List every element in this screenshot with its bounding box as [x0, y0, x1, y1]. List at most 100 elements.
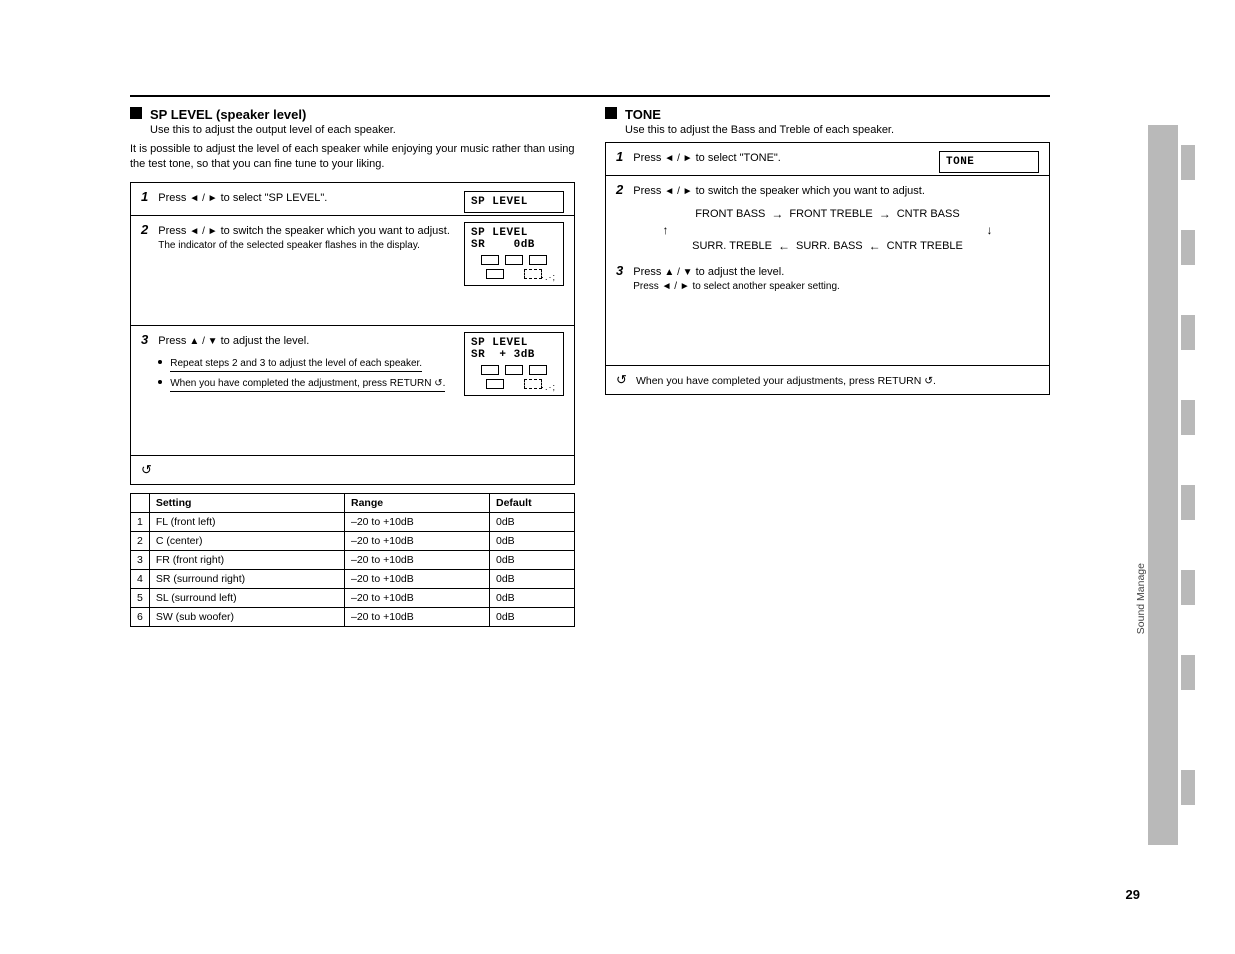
step-1: 1 Press ◄ / ► to select "SP LEVEL". SP L… [131, 183, 574, 216]
table-row: 5SL (surround left)–20 to +10dB0dB [131, 588, 575, 607]
text: Press [158, 335, 189, 347]
sidebar-tab[interactable] [1181, 145, 1195, 180]
text: Press [633, 152, 664, 164]
return-text: When you have completed your adjustments… [636, 375, 936, 387]
table-row: 4SR (surround right)–20 to +10dB0dB [131, 569, 575, 588]
flow-item: SURR. TREBLE [692, 240, 772, 252]
right-column: TONE Use this to adjust the Bass and Tre… [605, 107, 1050, 627]
tab-label: Connections [1135, 228, 1147, 286]
bullet-dot-icon [158, 380, 162, 384]
section-header: SP LEVEL (speaker level) Use this to adj… [130, 107, 575, 136]
tab-label: Listening [1135, 478, 1147, 520]
return-icon: ↺ [141, 462, 152, 477]
step-number: 3 [616, 263, 623, 278]
lcd-line2: SR 0dB [471, 239, 557, 251]
tab-label: Playback [1135, 390, 1147, 433]
flow-item: FRONT BASS [695, 208, 765, 220]
lcd-line1: SP LEVEL [471, 337, 557, 349]
return-step: ↺ When you have completed your adjustmen… [606, 366, 1049, 394]
up-down-arrows-icon: ▲ / ▼ [189, 336, 217, 347]
page-number: 29 [1126, 887, 1140, 902]
tab-label: Others [1135, 648, 1147, 680]
text: Press [633, 185, 664, 197]
table-header: Range [345, 493, 490, 512]
page: SP LEVEL (speaker level) Use this to adj… [0, 0, 1100, 627]
lcd-display: SP LEVEL SR + 3dB [464, 332, 564, 396]
intro-note: It is possible to adjust the level of ea… [130, 142, 575, 172]
bullet-square-icon [605, 107, 617, 119]
step-text: Press ▲ / ▼ to adjust the level. Press ◄… [633, 265, 1039, 294]
step-2: 2 Press ◄ / ► to switch the speaker whic… [131, 216, 574, 326]
text: Press [158, 225, 189, 237]
sidebar-tab[interactable] [1181, 655, 1195, 690]
table-row: 1FL (front left)–20 to +10dB0dB [131, 512, 575, 531]
text: to adjust the level. [693, 266, 785, 278]
text: to adjust the level. [218, 335, 310, 347]
flow-item: SURR. BASS [796, 240, 863, 252]
arrow-down-icon: ↓ [987, 223, 993, 237]
sidebar-tab[interactable] [1181, 570, 1195, 605]
steps-container: 1 Press ◄ / ► to select "TONE". TONE 2 P… [605, 142, 1050, 395]
table-header: Setting [149, 493, 344, 512]
table-row: 6SW (sub woofer)–20 to +10dB0dB [131, 607, 575, 626]
step-sub: Press ◄ / ► to select another speaker se… [633, 281, 1039, 294]
text: to switch the speaker which you want to … [218, 225, 450, 237]
left-right-arrows-icon: ◄ / ► [189, 226, 217, 237]
text: Press [158, 192, 189, 204]
lcd-line1: SP LEVEL [471, 227, 557, 239]
sidebar-tab[interactable] [1181, 315, 1195, 350]
section-header: TONE Use this to adjust the Bass and Tre… [605, 107, 1050, 136]
lcd-line2: SR + 3dB [471, 349, 557, 361]
settings-table: Setting Range Default 1FL (front left)–2… [130, 493, 575, 627]
table-row: 2C (center)–20 to +10dB0dB [131, 531, 575, 550]
text: to select "TONE". [693, 152, 781, 164]
table-row: 3FR (front right)–20 to +10dB0dB [131, 550, 575, 569]
step-text: Press ▲ / ▼ to adjust the level. Repeat … [158, 334, 454, 396]
tab-label: Sound Manage [1135, 563, 1147, 634]
left-right-arrows-icon: ◄ / ► [662, 281, 690, 292]
left-column: SP LEVEL (speaker level) Use this to adj… [130, 107, 575, 627]
text: to switch the speaker which you want to … [693, 185, 925, 197]
speaker-layout-icon [471, 365, 557, 389]
flow-diagram: FRONT BASS → FRONT TREBLE → CNTR BASS ↑ … [616, 207, 1039, 253]
steps-container: 1 Press ◄ / ► to select "SP LEVEL". SP L… [130, 182, 575, 485]
flow-item: CNTR TREBLE [887, 240, 963, 252]
lcd-display: SP LEVEL SR 0dB [464, 222, 564, 286]
lcd-line: TONE [946, 156, 1032, 168]
tab-label: Introducation [1135, 142, 1147, 203]
text: Press [633, 266, 664, 278]
table-header [131, 493, 150, 512]
sidebar-gray-column [1148, 125, 1178, 845]
step-number: 3 [141, 332, 148, 347]
step-sub: The indicator of the selected speaker fl… [158, 240, 454, 253]
tab-label: Setup [1135, 313, 1147, 340]
horizontal-rule [130, 95, 1050, 97]
sidebar-tab[interactable] [1181, 230, 1195, 265]
sidebar-tab[interactable] [1181, 770, 1195, 805]
arrow-right-icon: → [879, 207, 891, 221]
left-right-arrows-icon: ◄ / ► [189, 193, 217, 204]
return-icon: ↺ [616, 372, 627, 387]
bullet-text: Repeat steps 2 and 3 to adjust the level… [170, 356, 422, 372]
flow-item: FRONT TREBLE [789, 208, 872, 220]
sidebar-tab[interactable] [1181, 400, 1195, 435]
section-title: SP LEVEL (speaker level) [150, 107, 396, 122]
tab-label: Index [1135, 770, 1147, 796]
left-right-arrows-icon: ◄ / ► [664, 153, 692, 164]
sidebar-tab[interactable] [1181, 485, 1195, 520]
two-column-layout: SP LEVEL (speaker level) Use this to adj… [130, 107, 1050, 627]
step-text: Press ◄ / ► to switch the speaker which … [158, 224, 454, 253]
section-subtitle: Use this to adjust the Bass and Treble o… [625, 124, 894, 136]
lcd-display: SP LEVEL [464, 191, 564, 213]
step-text: Press ◄ / ► to select "SP LEVEL". [158, 191, 454, 205]
speaker-layout-icon [471, 255, 557, 279]
flow-item: CNTR BASS [897, 208, 960, 220]
bullet-text: When you have completed the adjustment, … [170, 376, 445, 392]
table-header-row: Setting Range Default [131, 493, 575, 512]
step-2: 2 Press ◄ / ► to switch the speaker whic… [606, 176, 1049, 366]
bullet-dot-icon [158, 360, 162, 364]
step-number: 1 [616, 149, 623, 164]
step-number: 2 [616, 182, 623, 197]
table-header: Default [490, 493, 575, 512]
arrow-right-icon: → [771, 207, 783, 221]
